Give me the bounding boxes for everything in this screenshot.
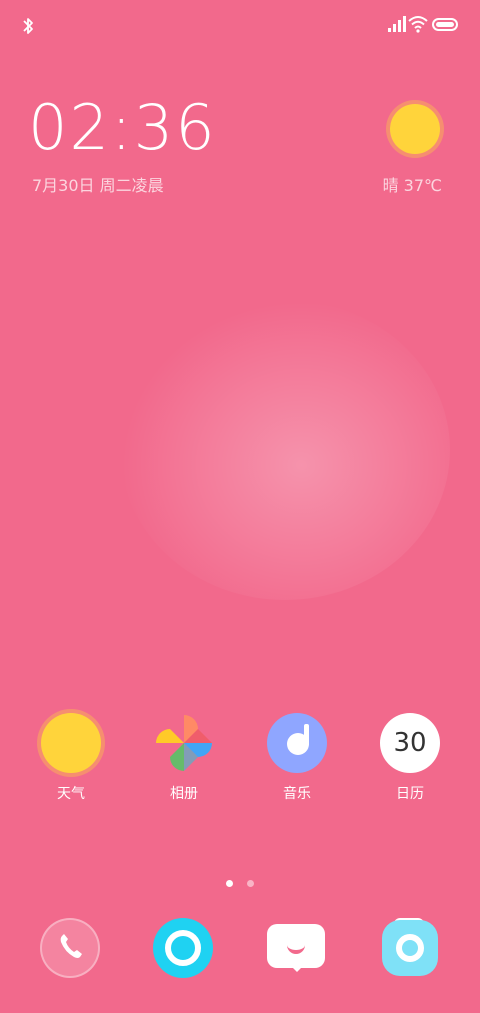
signal-icon: [388, 16, 406, 32]
dock-camera[interactable]: [380, 918, 440, 978]
dock-browser[interactable]: [153, 918, 213, 978]
phone-icon: [60, 934, 82, 958]
dock-messages[interactable]: [267, 918, 327, 978]
page-dot-active: [226, 880, 234, 887]
page-dot: [246, 880, 254, 887]
app-music[interactable]: 音乐: [257, 713, 337, 803]
app-weather[interactable]: 天气: [31, 713, 111, 803]
wifi-icon: [408, 16, 428, 33]
clock-date[interactable]: 7月30日 周二凌晨: [32, 172, 164, 196]
app-label: 相册: [170, 786, 198, 802]
wallpaper-glow: [120, 300, 450, 600]
calendar-icon: 30: [380, 713, 440, 773]
sun-icon[interactable]: [390, 104, 440, 154]
battery-icon: [432, 18, 458, 31]
app-label: 天气: [57, 786, 85, 802]
music-note-icon: [267, 713, 327, 773]
status-bar: [0, 0, 480, 50]
dock-phone[interactable]: [40, 918, 100, 978]
app-calendar[interactable]: 30 日历: [370, 713, 450, 803]
app-label: 音乐: [283, 786, 311, 802]
app-label: 日历: [396, 786, 424, 802]
weather-summary[interactable]: 晴 37℃: [383, 172, 442, 196]
page-indicator: [0, 872, 480, 891]
weather-sun-icon: [41, 713, 101, 773]
browser-icon: [165, 930, 201, 966]
clock-time[interactable]: 02:36: [28, 92, 217, 164]
photos-pinwheel-icon: [154, 713, 214, 773]
app-photos[interactable]: 相册: [144, 713, 224, 803]
bluetooth-icon: [23, 18, 33, 34]
